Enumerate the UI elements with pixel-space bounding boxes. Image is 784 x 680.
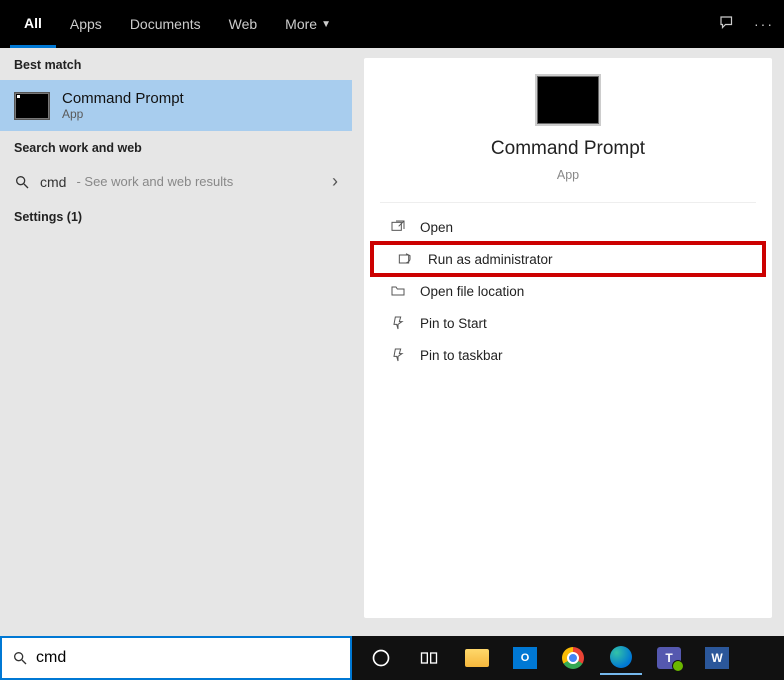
search-icon	[14, 174, 30, 190]
folder-icon	[390, 283, 406, 299]
web-query: cmd	[40, 174, 66, 190]
search-icon	[12, 650, 28, 666]
chrome-icon[interactable]	[552, 641, 594, 675]
settings-label[interactable]: Settings (1)	[0, 200, 352, 232]
best-match-result[interactable]: Command Prompt App	[0, 80, 352, 131]
cortana-icon[interactable]	[360, 641, 402, 675]
action-open-location-label: Open file location	[420, 284, 524, 299]
chevron-down-icon: ▼	[321, 19, 331, 30]
word-icon[interactable]: W	[696, 641, 738, 675]
action-open[interactable]: Open	[364, 211, 772, 243]
action-open-file-location[interactable]: Open file location	[364, 275, 772, 307]
command-prompt-icon	[537, 76, 599, 124]
outlook-icon[interactable]: O	[504, 641, 546, 675]
feedback-icon[interactable]	[718, 14, 736, 35]
task-view-icon[interactable]	[408, 641, 450, 675]
detail-pane: Command Prompt App Open Run as administr…	[364, 58, 772, 618]
search-filter-tabs: All Apps Documents Web More▼ ···	[0, 0, 784, 48]
teams-icon[interactable]: T	[648, 641, 690, 675]
tab-all[interactable]: All	[10, 0, 56, 48]
chevron-right-icon: ›	[332, 171, 338, 192]
taskbar: O T W	[352, 636, 784, 680]
action-open-label: Open	[420, 220, 453, 235]
action-run-as-administrator[interactable]: Run as administrator	[372, 243, 764, 275]
search-input[interactable]	[36, 649, 340, 667]
best-match-label: Best match	[0, 48, 352, 80]
file-explorer-icon[interactable]	[456, 641, 498, 675]
web-search-row[interactable]: cmd - See work and web results ›	[0, 163, 352, 200]
open-icon	[390, 219, 406, 235]
edge-icon[interactable]	[600, 641, 642, 675]
pin-icon	[390, 315, 406, 331]
action-pin-start-label: Pin to Start	[420, 316, 487, 331]
web-query-hint: - See work and web results	[76, 174, 233, 189]
result-title: Command Prompt	[62, 90, 184, 107]
search-work-web-label: Search work and web	[0, 131, 352, 163]
search-box[interactable]	[0, 636, 352, 680]
detail-subtitle: App	[557, 168, 579, 182]
action-pin-taskbar-label: Pin to taskbar	[420, 348, 503, 363]
command-prompt-icon	[14, 92, 50, 120]
action-pin-to-start[interactable]: Pin to Start	[364, 307, 772, 339]
admin-icon	[398, 251, 414, 267]
action-run-as-administrator-label: Run as administrator	[428, 252, 553, 267]
action-pin-to-taskbar[interactable]: Pin to taskbar	[364, 339, 772, 371]
detail-title: Command Prompt	[491, 138, 645, 160]
result-subtitle: App	[62, 107, 184, 121]
results-pane: Best match Command Prompt App Search wor…	[0, 48, 352, 636]
tab-more[interactable]: More▼	[271, 0, 345, 48]
tab-web[interactable]: Web	[215, 0, 272, 48]
more-icon[interactable]: ···	[754, 16, 774, 32]
tab-apps[interactable]: Apps	[56, 0, 116, 48]
tab-documents[interactable]: Documents	[116, 0, 215, 48]
pin-icon	[390, 347, 406, 363]
